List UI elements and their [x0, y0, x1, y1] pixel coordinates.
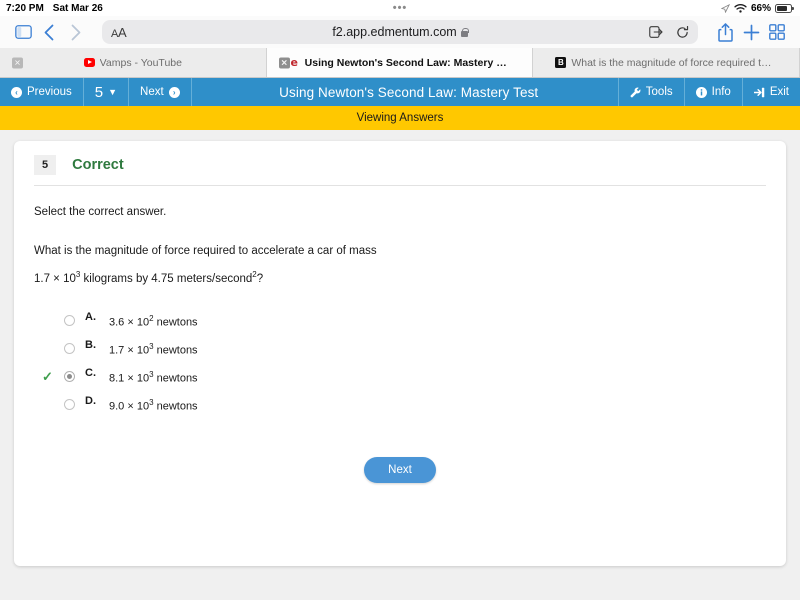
status-badge: Correct: [72, 157, 124, 173]
option-letter-d: D.: [85, 394, 96, 407]
status-date: Sat Mar 26: [52, 2, 103, 14]
page-title: Using Newton's Second Law: Mastery Test: [279, 84, 539, 100]
option-letter-a: A.: [85, 310, 96, 323]
location-icon: [720, 3, 730, 13]
next-label: Next: [140, 86, 164, 98]
tab-label: Vamps - YouTube: [99, 56, 182, 69]
radio-button-c[interactable]: [64, 370, 75, 382]
status-banner: Viewing Answers: [0, 106, 800, 130]
answer-option-d[interactable]: D. 9.0 × 103 newtons: [64, 395, 766, 423]
checkmark-icon: ✓: [42, 368, 53, 384]
info-button[interactable]: Info: [683, 78, 742, 106]
arrow-right-circle-icon: ›: [168, 86, 180, 98]
option-text-b: 1.7 × 103 newtons: [109, 341, 198, 357]
option-letter-b: B.: [85, 338, 96, 351]
answer-option-a[interactable]: A. 3.6 × 102 newtons: [64, 311, 766, 339]
text-size-icon[interactable]: AA: [111, 25, 127, 40]
exit-icon: [753, 87, 765, 98]
option-text-c: 8.1 × 103 newtons: [109, 369, 198, 385]
question-header: 5 Correct: [34, 155, 766, 186]
arrow-left-circle-icon: ‹: [11, 86, 22, 98]
browser-tab-2[interactable]: B What is the magnitude of force require…: [533, 48, 800, 77]
lock-icon: [460, 27, 469, 37]
chevron-down-icon: ▼: [108, 87, 118, 97]
tab-strip: Vamps - YouTube ✕ ✕ e Using Newton's Sec…: [0, 48, 800, 78]
brainly-icon: B: [555, 57, 567, 68]
mass-mantissa: 1.7 × 10: [34, 272, 76, 285]
previous-button[interactable]: ‹ Previous: [0, 78, 84, 106]
accel-text: kilograms by 4.75 meters/second: [80, 272, 253, 285]
tab-label: Using Newton's Second Law: Mastery Test: [304, 56, 511, 69]
answer-option-c[interactable]: ✓ C. 8.1 × 103 newtons: [42, 366, 766, 395]
status-time: 7:20 PM: [6, 2, 44, 14]
sidebar-icon[interactable]: [10, 19, 36, 45]
option-letter-c: C.: [85, 366, 96, 379]
tab-overview-icon[interactable]: [764, 19, 790, 45]
option-text-d: 9.0 × 103 newtons: [109, 397, 198, 413]
radio-button-d[interactable]: [64, 398, 75, 410]
exit-label: Exit: [769, 86, 789, 98]
exit-button[interactable]: Exit: [741, 78, 800, 106]
answer-options: A. 3.6 × 102 newtons B. 1.7 × 103 newton…: [34, 311, 766, 423]
share-icon[interactable]: [712, 19, 738, 45]
close-icon[interactable]: ✕: [12, 57, 23, 68]
question-text: What is the magnitude of force required …: [34, 240, 766, 291]
multitask-handle[interactable]: •••: [393, 3, 408, 14]
next-question-button[interactable]: Next: [364, 456, 436, 483]
extensions-icon[interactable]: [649, 26, 664, 38]
info-label: Info: [711, 86, 731, 98]
radio-button-b[interactable]: [64, 342, 75, 354]
wrench-icon: [630, 87, 641, 98]
previous-label: Previous: [27, 86, 72, 98]
close-icon[interactable]: ✕: [278, 57, 290, 68]
assessment-header: ‹ Previous 5 ▼ Next › Using Newton's Sec…: [0, 78, 800, 106]
current-question-number: 5: [94, 83, 104, 101]
next-button-container: Next: [34, 456, 766, 483]
question-line-2: 1.7 × 103 kilograms by 4.75 meters/secon…: [34, 263, 766, 291]
tools-label: Tools: [645, 86, 673, 98]
question-selector[interactable]: 5 ▼: [84, 78, 130, 106]
radio-button-a[interactable]: [64, 314, 75, 326]
wifi-icon: [734, 3, 747, 13]
question-mark: ?: [256, 272, 264, 285]
info-icon: [695, 86, 707, 98]
battery-icon: [775, 3, 794, 13]
question-number-badge: 5: [34, 155, 57, 175]
question-line-1: What is the magnitude of force required …: [34, 245, 377, 257]
back-icon[interactable]: [36, 19, 62, 45]
content-area: 5 Correct Select the correct answer. Wha…: [0, 130, 800, 600]
status-banner-text: Viewing Answers: [356, 112, 444, 124]
youtube-icon: [83, 57, 95, 68]
answer-option-b[interactable]: B. 1.7 × 103 newtons: [64, 339, 766, 367]
tab-label: What is the magnitude of force required …: [571, 56, 777, 69]
address-bar-url: f2.app.edmentum.com: [332, 25, 457, 39]
battery-percent: 66%: [750, 2, 771, 14]
edmentum-icon: e: [290, 56, 298, 69]
question-card: 5 Correct Select the correct answer. Wha…: [14, 141, 786, 566]
browser-tab-1[interactable]: ✕ e Using Newton's Second Law: Mastery T…: [266, 48, 534, 77]
new-tab-icon[interactable]: [738, 19, 764, 45]
browser-toolbar: AA f2.app.edmentum.com: [0, 16, 800, 48]
tools-button[interactable]: Tools: [617, 78, 684, 106]
reload-icon[interactable]: [676, 25, 689, 39]
question-instruction: Select the correct answer.: [34, 206, 167, 218]
browser-tab-0[interactable]: Vamps - YouTube ✕: [0, 48, 267, 77]
forward-icon[interactable]: [62, 19, 88, 45]
option-text-a: 3.6 × 102 newtons: [109, 313, 198, 329]
next-nav-button[interactable]: Next ›: [129, 78, 192, 106]
address-bar[interactable]: AA f2.app.edmentum.com: [102, 20, 698, 44]
ios-status-bar: 7:20 PM Sat Mar 26 ••• 66%: [0, 0, 800, 16]
